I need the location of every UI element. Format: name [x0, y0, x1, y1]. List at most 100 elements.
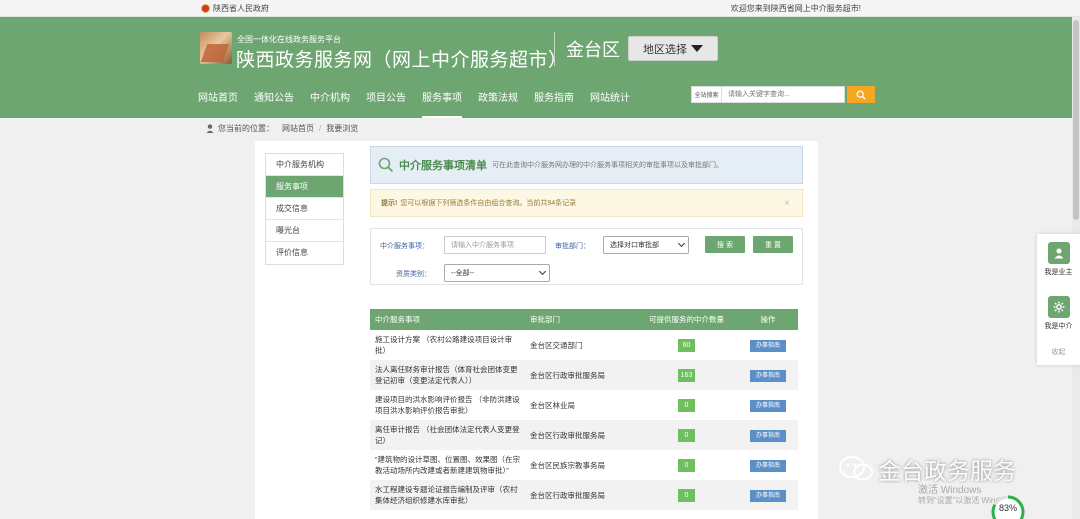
search-scope-select[interactable]: 全站搜索 — [691, 86, 722, 103]
caret-down-icon — [691, 45, 703, 52]
service-table: 中介服务事项 审批部门 可提供服务的中介数量 操作 施工设计方案 （农村公路建设… — [370, 309, 798, 510]
col-header-count: 可提供服务的中介数量 — [635, 309, 738, 330]
agency-label: 我是中介 — [1044, 323, 1073, 330]
region-select-label: 地区选择 — [643, 43, 687, 56]
guide-button[interactable]: 办事指南 — [750, 459, 786, 472]
row-dept: 金台区行政审批服务局 — [525, 420, 635, 450]
header-divider — [554, 32, 555, 66]
nav-item-home[interactable]: 网站首页 — [198, 84, 238, 108]
breadcrumb-home[interactable]: 网站首页 — [282, 123, 314, 134]
service-input[interactable]: 请输入中介服务事项 — [444, 236, 546, 254]
gear-icon — [1047, 296, 1070, 318]
count-badge: 0 — [678, 398, 695, 412]
user-location-icon — [206, 124, 214, 133]
breadcrumb-current: 我要浏览 — [326, 124, 359, 133]
row-count-cell: 0 — [635, 420, 738, 450]
owner-label: 我是业主 — [1044, 269, 1073, 276]
nav-item-stats[interactable]: 网站统计 — [590, 84, 630, 108]
welcome-text: 欢迎您来到陕西省网上中介服务超市! — [730, 4, 861, 13]
type-label: 资质类别： — [396, 271, 431, 278]
table-header-row: 中介服务事项 审批部门 可提供服务的中介数量 操作 — [370, 309, 798, 330]
site-name[interactable]: 陕西政务服务网（网上中介服务超市） — [236, 45, 568, 72]
row-action-cell: 办事指南 — [738, 360, 798, 390]
tip-text: 您可以根据下列筛选条件自由组合查询。当前共94条记录 — [400, 200, 577, 207]
tip-label: 提示! — [381, 200, 398, 207]
col-header-dept: 审批部门 — [525, 309, 635, 330]
row-item: 水工程建设专题论证报告编制及评审（农村集体经济组织修建水库审批） — [370, 480, 525, 510]
panel-description: 可在此查询中介服务网办理的中介服务事项相关的审批事项以及审批部门。 — [492, 162, 723, 169]
count-badge: 0 — [678, 488, 695, 502]
count-badge: 0 — [678, 458, 695, 472]
site-header: 全国一体化在线政务服务平台 陕西政务服务网（网上中介服务超市） 金台区 地区选择… — [0, 17, 1080, 118]
dept-label: 审批部门： — [555, 243, 590, 250]
table-row: 法人离任财务审计报告（体育社会团体变更登记初审（变更法定代表人）） 金台区行政审… — [370, 360, 798, 390]
floating-role-panel: 我是业主 我是中介 收起 — [1037, 234, 1080, 365]
row-action-cell: 办事指南 — [738, 420, 798, 450]
service-label: 中介服务事项： — [380, 243, 429, 250]
reset-button[interactable]: 重 置 — [753, 236, 793, 253]
site-logo[interactable] — [200, 32, 232, 64]
row-dept: 金台区行政审批服务局 — [525, 480, 635, 510]
page-scrollbar-thumb[interactable] — [1073, 20, 1079, 220]
dept-select-value: 选择对口审批部 — [610, 242, 659, 249]
breadcrumb: 您当前的位置： 网站首页 / 我要浏览 — [206, 123, 358, 134]
guide-button[interactable]: 办事指南 — [750, 369, 786, 382]
row-dept: 金台区行政审批服务局 — [525, 360, 635, 390]
national-emblem-icon — [201, 4, 210, 13]
breadcrumb-separator: / — [319, 124, 322, 133]
side-item-deals[interactable]: 成交信息 — [266, 198, 343, 220]
guide-button[interactable]: 办事指南 — [750, 399, 786, 412]
agency-entry[interactable]: 我是中介 — [1037, 296, 1080, 331]
row-count-cell: 163 — [635, 360, 738, 390]
nav-item-guide[interactable]: 服务指南 — [534, 84, 574, 108]
collapse-button[interactable]: 收起 — [1037, 347, 1080, 357]
table-row: “建筑物的设计草图、位置图、效果图（在宗教活动场所内改建或者新建建筑物审批）” … — [370, 450, 798, 480]
row-item: “建筑物的设计草图、位置图、效果图（在宗教活动场所内改建或者新建建筑物审批）” — [375, 455, 520, 475]
nav-item-agencies[interactable]: 中介机构 — [310, 84, 350, 108]
gov-name: 陕西省人民政府 — [213, 4, 269, 13]
search-icon — [856, 90, 866, 99]
guide-button[interactable]: 办事指南 — [750, 429, 786, 442]
panel-title: 中介服务事项清单 — [399, 160, 487, 172]
breadcrumb-prefix: 您当前的位置： — [218, 124, 274, 133]
nav-item-services[interactable]: 服务事项 — [422, 84, 462, 118]
side-item-services[interactable]: 服务事项 — [266, 176, 343, 198]
progress-value: 83% — [999, 503, 1017, 513]
table-row: 离任审计报告 （社会团体法定代表人变更登记） 金台区行政审批服务局 0 办事指南 — [370, 420, 798, 450]
progress-ring: 83% — [991, 495, 1025, 519]
chevron-down-icon — [677, 239, 686, 248]
content-area: 中介服务事项清单 可在此查询中介服务网办理的中介服务事项相关的审批事项以及审批部… — [370, 146, 803, 510]
search-input[interactable] — [722, 86, 845, 103]
row-action-cell: 办事指南 — [738, 450, 798, 480]
wechat-icon — [839, 456, 873, 481]
row-item: 离任审计报告 （社会团体法定代表人变更登记） — [370, 420, 525, 450]
side-item-reviews[interactable]: 评价信息 — [266, 242, 343, 264]
nav-item-notices[interactable]: 通知公告 — [254, 84, 294, 108]
guide-button[interactable]: 办事指南 — [750, 339, 786, 352]
filter-form: 中介服务事项： 请输入中介服务事项 审批部门： 选择对口审批部 搜 索 重 置 … — [370, 228, 803, 285]
tip-alert: 提示! 您可以根据下列筛选条件自由组合查询。当前共94条记录 × — [370, 189, 803, 217]
col-header-action: 操作 — [738, 309, 798, 330]
row-action-cell: 办事指南 — [738, 480, 798, 510]
count-badge: 163 — [677, 368, 696, 382]
count-badge: 0 — [678, 428, 695, 442]
col-header-item: 中介服务事项 — [370, 309, 525, 330]
region-select-button[interactable]: 地区选择 — [628, 36, 718, 61]
close-icon[interactable]: × — [784, 198, 790, 209]
row-dept: 金台区交通部门 — [530, 340, 583, 350]
site-search: 全站搜索 — [691, 86, 875, 103]
side-item-agencies[interactable]: 中介服务机构 — [266, 154, 343, 176]
side-item-exposure[interactable]: 曝光台 — [266, 220, 343, 242]
dept-select[interactable]: 选择对口审批部 — [603, 236, 689, 254]
type-select[interactable]: --全部-- — [444, 264, 550, 282]
guide-button[interactable]: 办事指南 — [750, 489, 786, 502]
row-item: 法人离任财务审计报告（体育社会团体变更登记初审（变更法定代表人）） — [370, 360, 525, 390]
nav-item-projects[interactable]: 项目公告 — [366, 84, 406, 108]
activate-windows-title: 激活 Windows — [918, 485, 982, 496]
gov-link[interactable]: 陕西省人民政府 — [201, 3, 269, 14]
search-submit-button[interactable]: 搜 索 — [705, 236, 745, 253]
search-button[interactable] — [847, 86, 875, 103]
nav-item-policies[interactable]: 政策法规 — [478, 84, 518, 108]
table-row: 水工程建设专题论证报告编制及评审（农村集体经济组织修建水库审批） 金台区行政审批… — [370, 480, 798, 510]
owner-entry[interactable]: 我是业主 — [1037, 242, 1080, 277]
